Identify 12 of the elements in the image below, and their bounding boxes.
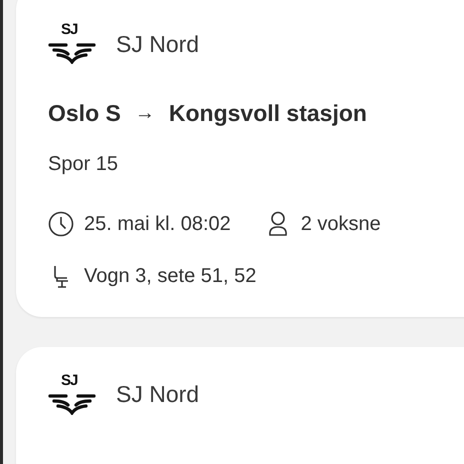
operator-name: SJ Nord [116,380,200,410]
clock-icon [48,210,74,236]
operator-logo: SJ [48,374,96,414]
operator-name: SJ Nord [116,30,200,59]
track-number: Spor 15 [48,152,120,176]
operator-logo: SJ [48,24,96,64]
destination-station: Kongsvoll stasjon [168,99,367,128]
traveller-count: 2 voksne [300,212,381,236]
arrow-icon: → [134,98,155,128]
seat-info: Vogn 3, sete 51, 52 [84,264,256,288]
departure-time: 25. mai kl. 08:02 [84,212,231,236]
origin-station: Oslo S [48,99,121,128]
